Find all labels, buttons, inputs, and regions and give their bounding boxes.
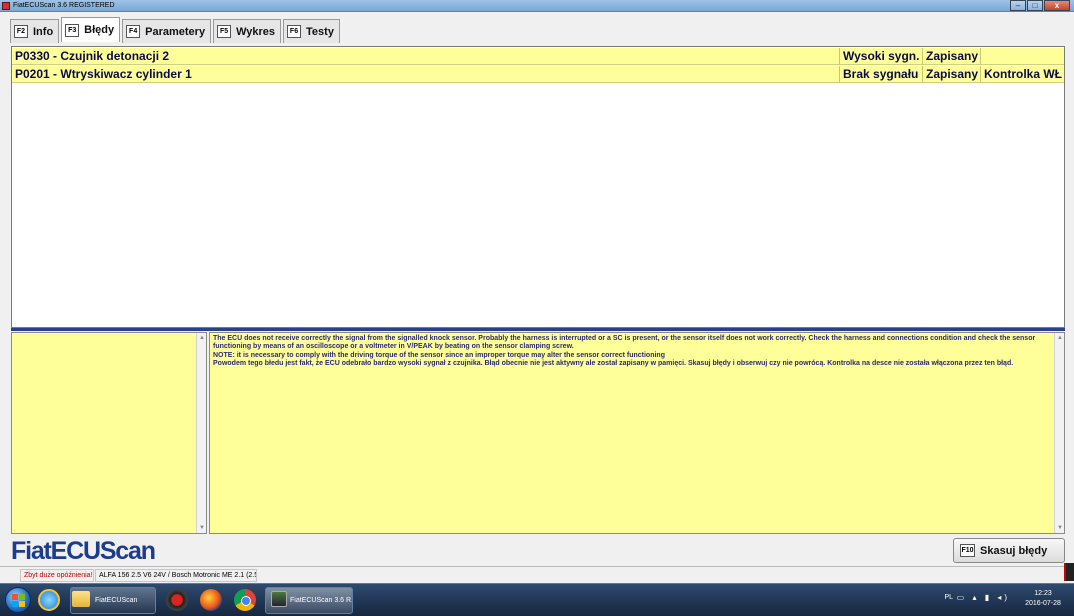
freeze-frame-content (12, 333, 197, 533)
maximize-button[interactable]: □ (1027, 0, 1043, 11)
error-row[interactable]: P0330 - Czujnik detonacji 2 Wysoki sygn.… (12, 48, 1064, 65)
scroll-down-icon[interactable]: ▼ (1055, 523, 1065, 533)
tray-icons[interactable]: ▭ ▴ ▮ ◂) (957, 593, 1010, 602)
fkey-badge: F4 (126, 25, 141, 38)
tab-bar: F2 Info F3 Błędy F4 Parametery F5 Wykres… (10, 17, 340, 43)
description-scrollbar[interactable]: ▲ ▼ (1054, 333, 1064, 533)
fkey-badge: F3 (65, 23, 80, 37)
internet-explorer-icon[interactable] (38, 589, 60, 611)
language-indicator[interactable]: PL (944, 594, 953, 601)
clock-time: 12:23 (1034, 590, 1052, 597)
app-logo: FiatECUScan (11, 537, 156, 565)
fkey-badge: F2 (14, 25, 28, 38)
folder-icon (72, 591, 90, 607)
window-controls: – □ x (1010, 0, 1070, 11)
record-icon[interactable] (166, 589, 188, 611)
clock-date: 2016-07-28 (1025, 600, 1061, 607)
tab-tests[interactable]: F6 Testy (283, 19, 340, 43)
firefox-icon[interactable] (200, 589, 222, 611)
tab-label: Błędy (84, 24, 115, 36)
taskbar: FiatECUScan FiatECUScan 3.6 R... PL ▭ ▴ … (0, 583, 1074, 616)
error-status: Zapisany (922, 48, 980, 65)
tab-label: Wykres (236, 25, 276, 38)
scroll-up-icon[interactable]: ▲ (197, 333, 207, 343)
minimize-button[interactable]: – (1010, 0, 1026, 11)
clock[interactable]: 12:23 2016-07-28 (1020, 589, 1066, 609)
tab-info[interactable]: F2 Info (10, 19, 60, 43)
fkey-badge: F5 (217, 25, 232, 38)
app-icon (2, 2, 10, 10)
title-bar: FiatECUScan 3.6 REGISTERED – □ x (0, 0, 1074, 12)
description-line: The ECU does not receive correctly the s… (213, 335, 1036, 351)
fkey-badge: F10 (960, 544, 975, 557)
window-title: FiatECUScan 3.6 REGISTERED (13, 2, 115, 9)
chrome-icon[interactable] (234, 589, 256, 611)
clear-errors-label: Skasuj błędy (980, 544, 1048, 557)
fiatecuscan-icon (271, 591, 287, 607)
resize-grip-icon (1064, 563, 1074, 581)
error-signal: Brak sygnału (839, 66, 922, 83)
status-bar: Zbyt duże opóźnienia!! ALFA 156 2.5 V6 2… (0, 566, 1074, 583)
panel-splitter[interactable] (11, 328, 1065, 331)
start-button[interactable] (5, 587, 31, 613)
error-description: The ECU does not receive correctly the s… (213, 335, 1051, 368)
clear-errors-button[interactable]: F10 Skasuj błędy (953, 538, 1065, 563)
error-lamp: Kontrolka WŁ (980, 66, 1064, 83)
error-code: P0330 - Czujnik detonacji 2 (15, 49, 170, 63)
error-row[interactable]: P0201 - Wtryskiwacz cylinder 1 Brak sygn… (12, 66, 1064, 83)
scroll-down-icon[interactable]: ▼ (197, 523, 207, 533)
scroll-up-icon[interactable]: ▲ (1055, 333, 1065, 343)
description-line: NOTE: it is necessary to comply with the… (213, 351, 665, 359)
tab-label: Testy (306, 25, 334, 38)
freeze-frame-box: ▲ ▼ (11, 332, 207, 534)
tab-label: Parametery (145, 25, 206, 38)
error-lamp (980, 48, 1064, 65)
tab-parameters[interactable]: F4 Parametery (122, 19, 212, 43)
latency-warning: Zbyt duże opóźnienia!! (20, 569, 94, 582)
error-list: P0330 - Czujnik detonacji 2 Wysoki sygn.… (11, 46, 1065, 328)
left-scrollbar[interactable]: ▲ ▼ (196, 333, 206, 533)
tab-label: Info (33, 25, 54, 38)
fkey-badge: F6 (287, 25, 302, 38)
description-line: Powodem tego błedu jest fakt, że ECU ode… (213, 359, 1014, 367)
tab-errors[interactable]: F3 Błędy (61, 17, 121, 42)
close-button[interactable]: x (1044, 0, 1070, 11)
error-status: Zapisany (922, 66, 980, 83)
error-code: P0201 - Wtryskiwacz cylinder 1 (15, 67, 192, 81)
error-description-box: The ECU does not receive correctly the s… (209, 332, 1065, 534)
tab-chart[interactable]: F5 Wykres (213, 19, 282, 43)
ecu-info: ALFA 156 2.5 V6 24V / Bosch Motronic ME … (95, 569, 257, 582)
error-signal: Wysoki sygn. (839, 48, 922, 65)
